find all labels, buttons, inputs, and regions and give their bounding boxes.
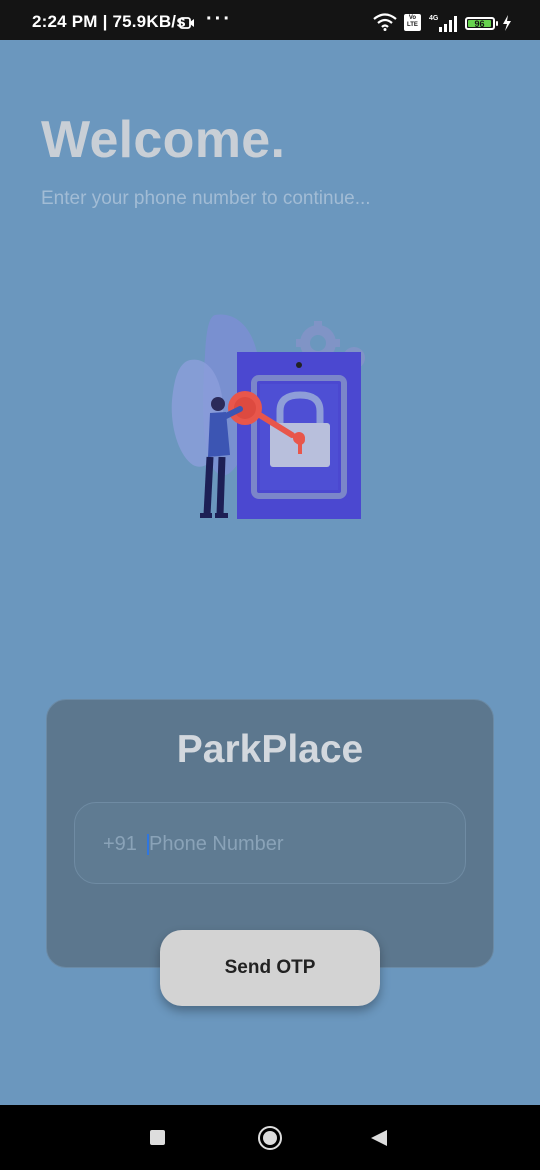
video-camera-icon [179, 17, 194, 29]
battery-level: 96 [468, 20, 491, 29]
welcome-subtitle: Enter your phone number to continue... [41, 188, 371, 209]
status-time: 2:24 PM | 75.9KB/s [32, 12, 186, 31]
charging-icon [503, 15, 511, 31]
back-icon[interactable] [371, 1130, 387, 1146]
status-bar: 2:24 PM | 75.9KB/s ··· Vo LTE 4G 96 [0, 0, 540, 40]
phone-number-input[interactable] [149, 825, 449, 863]
login-card: ParkPlace +91 [46, 699, 494, 968]
wifi-icon [373, 13, 397, 31]
navigation-bar [0, 1105, 540, 1170]
send-otp-button[interactable]: Send OTP [160, 930, 380, 1006]
welcome-title: Welcome. [41, 111, 286, 169]
phone-number-field[interactable]: +91 [74, 802, 466, 884]
more-dots-icon: ··· [206, 8, 232, 30]
battery-icon: 96 [465, 17, 498, 30]
security-key-illustration [171, 314, 365, 519]
network-type-label: 4G [429, 15, 439, 22]
recents-icon[interactable] [150, 1130, 165, 1145]
country-code-prefix: +91 [103, 833, 137, 855]
signal-icon: 4G [429, 15, 457, 32]
home-icon[interactable] [258, 1126, 282, 1150]
volte-icon: Vo LTE [404, 14, 421, 31]
app-name: ParkPlace [176, 728, 364, 771]
